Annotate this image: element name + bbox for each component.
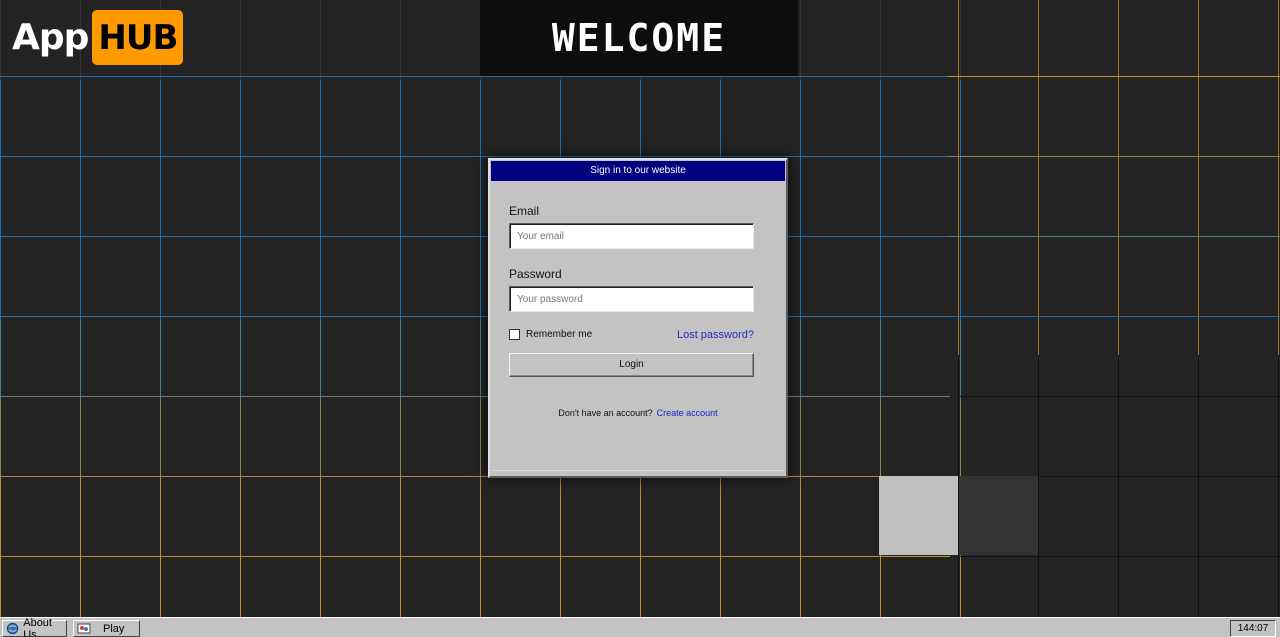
welcome-text: WELCOME xyxy=(551,16,727,60)
create-account-link[interactable]: Create account xyxy=(657,408,718,418)
remember-me-checkbox[interactable] xyxy=(509,329,520,340)
signup-prompt: Don't have an account? xyxy=(558,408,653,418)
sign-in-dialog: Sign in to our website Email Password Re… xyxy=(488,158,788,478)
login-button[interactable]: Login xyxy=(509,353,754,377)
remember-me-label[interactable]: Remember me xyxy=(526,329,592,340)
signup-row: Don't have an account? Create account xyxy=(490,408,786,418)
highlight-cell-dark xyxy=(959,476,1038,555)
taskbar-about-us-button[interactable]: About Us xyxy=(2,616,67,637)
taskbar: About Us Play 144:07 PM xyxy=(0,617,1280,637)
highlight-cell-light xyxy=(879,476,958,555)
email-label: Email xyxy=(509,204,540,218)
info-globe-icon xyxy=(6,622,19,635)
lost-password-link[interactable]: Lost password? xyxy=(677,329,754,341)
remember-me-row[interactable]: Remember me xyxy=(509,329,592,340)
taskbar-play-label: Play xyxy=(103,622,125,635)
dialog-footer xyxy=(492,470,784,474)
dialog-title-bar: Sign in to our website xyxy=(491,161,785,181)
logo-text-app: App xyxy=(12,17,89,58)
taskbar-about-us-label: About Us xyxy=(23,616,52,637)
dialog-body: Email Password Remember me Lost password… xyxy=(490,182,786,474)
paint-icon xyxy=(77,623,91,634)
welcome-banner: WELCOME xyxy=(480,0,798,76)
password-label: Password xyxy=(509,267,562,281)
email-input[interactable] xyxy=(509,223,754,249)
password-input[interactable] xyxy=(509,286,754,312)
taskbar-clock: 144:07 PM xyxy=(1230,620,1276,637)
logo-text-hub: HUB xyxy=(92,10,184,65)
app-hub-logo[interactable]: App HUB xyxy=(12,10,184,65)
taskbar-play-button[interactable]: Play xyxy=(73,620,140,637)
